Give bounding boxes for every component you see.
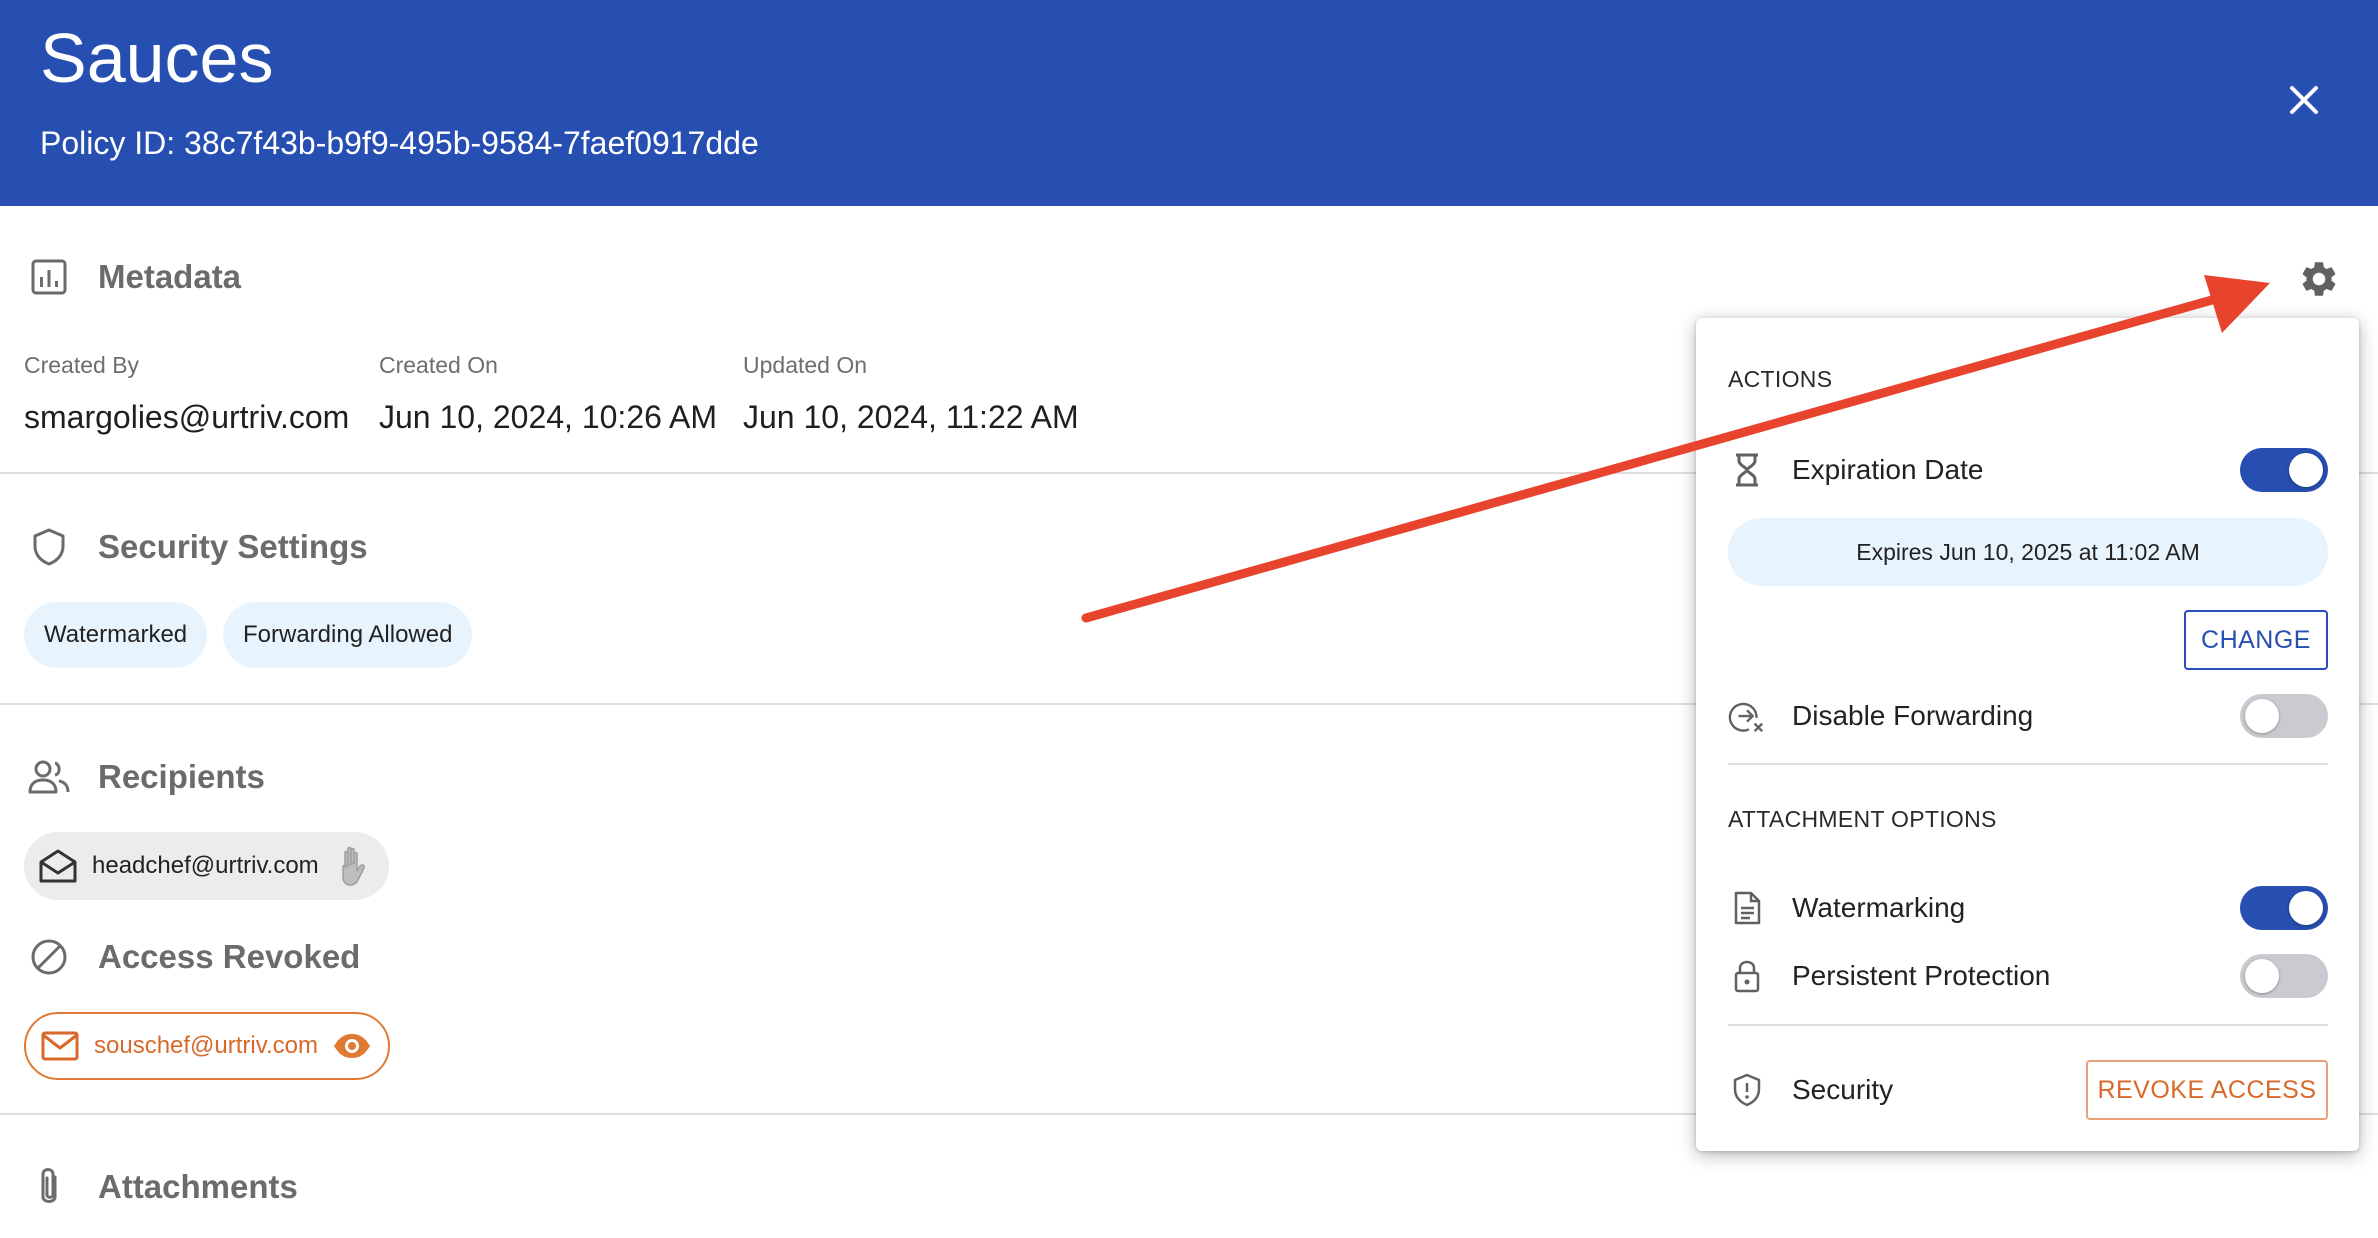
created-on-label: Created On	[379, 352, 498, 378]
forward-off-icon	[1728, 697, 1766, 735]
created-on: Created On Jun 10, 2024, 10:26 AM	[379, 352, 717, 436]
watermarking-row: Watermarking	[1728, 878, 2328, 938]
security-settings-header: Security Settings	[26, 524, 368, 570]
page-title: Sauces	[40, 19, 274, 97]
envelope-icon	[38, 1024, 82, 1068]
watermarking-toggle[interactable]	[2240, 886, 2328, 930]
revoked-recipient-chip[interactable]: souschef@urtriv.com	[24, 1012, 390, 1080]
watermarking-label: Watermarking	[1792, 892, 1966, 923]
envelope-open-icon	[36, 844, 80, 888]
expiration-date-toggle[interactable]	[2240, 448, 2328, 492]
bar-chart-icon	[26, 254, 72, 300]
metadata-header: Metadata	[26, 254, 241, 300]
header-bar: Sauces Policy ID: 38c7f43b-b9f9-495b-958…	[0, 0, 2378, 206]
attachment-options-header: ATTACHMENT OPTIONS	[1728, 806, 1997, 832]
updated-on: Updated On Jun 10, 2024, 11:22 AM	[743, 352, 1079, 436]
eye-icon[interactable]	[330, 1024, 374, 1068]
persistent-protection-label: Persistent Protection	[1792, 960, 2051, 991]
toggle-knob	[2245, 959, 2279, 993]
shield-icon	[26, 524, 72, 570]
block-icon	[26, 934, 72, 980]
people-icon	[26, 754, 72, 800]
access-revoked-header: Access Revoked	[26, 934, 360, 980]
chip-watermarked: Watermarked	[24, 602, 208, 668]
hand-icon[interactable]	[331, 844, 375, 888]
paperclip-icon	[26, 1164, 72, 1210]
settings-popover: ACTIONS Expiration Date Expires Jun 10, …	[1696, 318, 2359, 1151]
gear-icon	[2302, 262, 2336, 296]
updated-on-value: Jun 10, 2024, 11:22 AM	[743, 399, 1079, 435]
revoked-recipient-email: souschef@urtriv.com	[94, 1032, 318, 1059]
attachments-header: Attachments	[26, 1164, 298, 1210]
recipient-chip[interactable]: headchef@urtriv.com	[24, 832, 389, 900]
change-expiry-button[interactable]: CHANGE	[2184, 610, 2328, 670]
expiration-date-label: Expiration Date	[1792, 454, 1984, 485]
expiration-date-row: Expiration Date	[1728, 440, 2328, 500]
created-by-value: smargolies@urtriv.com	[24, 399, 350, 435]
settings-button[interactable]	[2294, 254, 2344, 304]
popover-divider	[1728, 763, 2328, 765]
disable-forwarding-row: Disable Forwarding	[1728, 686, 2328, 746]
chip-forwarding-allowed: Forwarding Allowed	[223, 602, 473, 668]
close-icon	[2290, 86, 2318, 114]
security-settings-title: Security Settings	[98, 528, 368, 565]
document-icon	[1728, 889, 1766, 927]
metadata-title: Metadata	[98, 258, 242, 295]
access-revoked-title: Access Revoked	[98, 938, 361, 975]
persistent-protection-toggle[interactable]	[2240, 954, 2328, 998]
recipient-email: headchef@urtriv.com	[92, 852, 319, 879]
created-by: Created By smargolies@urtriv.com	[24, 352, 349, 436]
disable-forwarding-toggle[interactable]	[2240, 694, 2328, 738]
toggle-knob	[2289, 891, 2323, 925]
popover-divider	[1728, 1024, 2328, 1026]
recipients-title: Recipients	[98, 758, 265, 795]
toggle-knob	[2245, 699, 2279, 733]
expiry-pill: Expires Jun 10, 2025 at 11:02 AM	[1728, 518, 2328, 586]
recipients-header: Recipients	[26, 754, 265, 800]
attachments-title: Attachments	[98, 1168, 298, 1205]
persistent-protection-row: Persistent Protection	[1728, 946, 2328, 1006]
disable-forwarding-label: Disable Forwarding	[1792, 700, 2034, 731]
revoke-access-button[interactable]: REVOKE ACCESS	[2086, 1060, 2328, 1120]
created-on-value: Jun 10, 2024, 10:26 AM	[379, 399, 718, 435]
toggle-knob	[2289, 453, 2323, 487]
policy-id: Policy ID: 38c7f43b-b9f9-495b-9584-7faef…	[40, 125, 759, 161]
shield-alert-icon	[1728, 1071, 1766, 1109]
lock-icon	[1728, 957, 1766, 995]
updated-on-label: Updated On	[743, 352, 868, 378]
close-button[interactable]	[2274, 70, 2334, 130]
hourglass-icon	[1728, 451, 1766, 489]
actions-header: ACTIONS	[1728, 366, 1833, 392]
created-by-label: Created By	[24, 352, 140, 378]
